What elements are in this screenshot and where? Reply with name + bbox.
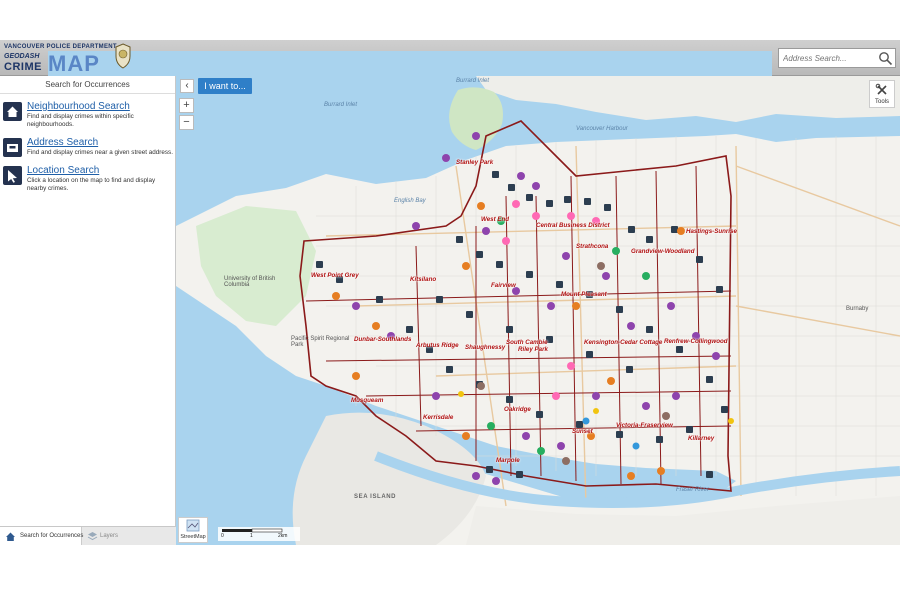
neighbourhood-label[interactable]: Kitsilano [410, 276, 436, 283]
tools-button[interactable]: Tools [869, 80, 895, 108]
mailbox-icon[interactable] [3, 138, 22, 157]
police-badge-icon [115, 43, 131, 69]
neighbourhood-label[interactable]: Hastings-Sunrise [686, 228, 737, 235]
tab-layers-label: Layers [100, 533, 119, 539]
neighbourhood-label[interactable]: Musqueam [351, 397, 383, 404]
neighbourhood-search-item[interactable]: Neighbourhood Search Find and display cr… [3, 101, 173, 133]
address-search-desc: Find and display crimes near a given str… [27, 149, 173, 156]
place-label: University of British Columbia [224, 276, 276, 288]
app-logo: VANCOUVER POLICE DEPARTMENT GEODASH CRIM… [2, 42, 772, 520]
place-label: SEA ISLAND [354, 494, 397, 500]
neighbourhood-label[interactable]: Arbutus Ridge [416, 342, 459, 349]
stanley-park-land [449, 87, 503, 150]
tab-layers[interactable]: Layers [82, 527, 176, 545]
neighbourhood-label[interactable]: Riley Park [518, 346, 548, 353]
place-label: Burrard Inlet [456, 78, 490, 84]
place-label: Fraser River [676, 487, 710, 493]
neighbourhood-label[interactable]: Sunset [572, 428, 593, 435]
dept-name: VANCOUVER POLICE DEPARTMENT [4, 44, 117, 50]
logo-crime: CRIME [4, 61, 42, 73]
scale-label-1: 1 [250, 533, 253, 539]
scale-label-0: 0 [221, 533, 224, 539]
basemap-toggle-button[interactable]: StreetMap [178, 517, 208, 543]
location-search-item[interactable]: Location Search Click a location on the … [3, 165, 173, 197]
panel-tabs: Search for Occurrences Layers [0, 526, 176, 545]
layers-icon [87, 532, 98, 541]
cursor-icon[interactable] [3, 166, 22, 185]
neighbourhood-label[interactable]: West End [481, 216, 509, 223]
neighbourhood-label[interactable]: Dunbar-Southlands [354, 336, 411, 343]
neighbourhood-label[interactable]: Mount Pleasant [561, 291, 607, 298]
neighbourhood-label[interactable]: Kensington-Cedar Cottage [584, 339, 662, 346]
neighbourhood-label[interactable]: Central Business District [536, 222, 610, 229]
neighbourhood-label[interactable]: Killarney [688, 435, 714, 442]
zoom-out-button[interactable]: − [179, 115, 194, 130]
tab-search-occurrences[interactable]: Search for Occurrences [0, 527, 84, 545]
north-shore-land [476, 76, 900, 122]
location-search-desc: Click a location on the map to find and … [27, 177, 156, 192]
collapse-panel-button[interactable]: ‹ [180, 79, 194, 93]
neighbourhood-label[interactable]: Marpole [496, 457, 520, 464]
neighbourhood-label[interactable]: Stanley Park [456, 159, 493, 166]
scale-bar: 0 1 2km [218, 527, 300, 541]
neighbourhood-label[interactable]: West Point Grey [311, 272, 359, 279]
place-label: Burrard Inlet [324, 102, 358, 108]
address-search-box[interactable] [778, 48, 896, 68]
neighbourhood-search-link[interactable]: Neighbourhood Search [27, 101, 130, 112]
address-search-input[interactable] [783, 51, 875, 66]
neighbourhood-label[interactable]: Strathcona [576, 243, 608, 250]
neighbourhood-label[interactable]: Fairview [491, 282, 516, 289]
home-icon [6, 532, 15, 541]
place-label: Pacific Spirit Regional Park [291, 336, 350, 348]
place-label: Burnaby [846, 306, 869, 312]
neighbourhood-label[interactable]: Grandview-Woodland [631, 248, 694, 255]
tools-label: Tools [874, 99, 889, 105]
app-header: VANCOUVER POLICE DEPARTMENT GEODASH CRIM… [0, 40, 900, 520]
tab-search-occurrences-label: Search for Occurrences [20, 533, 84, 539]
panel-title: Search for Occurrences [0, 76, 175, 94]
wrench-icon [875, 83, 887, 95]
neighbourhood-label[interactable]: Renfrew-Collingwood [664, 338, 728, 345]
place-label: English Bay [394, 198, 426, 204]
scale-bar-line [222, 528, 283, 533]
house-icon[interactable] [3, 102, 22, 121]
neighbourhood-label[interactable]: Shaughnessy [465, 344, 505, 351]
location-search-link[interactable]: Location Search [27, 165, 99, 176]
i-want-to-button[interactable]: I want to... [198, 78, 252, 94]
streetmap-label: StreetMap [180, 534, 206, 540]
search-panel: Search for Occurrences Neighbourhood Sea… [0, 76, 176, 545]
search-icon[interactable] [878, 51, 893, 66]
zoom-in-button[interactable]: + [179, 98, 194, 113]
neighbourhood-label[interactable]: Kerrisdale [423, 414, 453, 421]
neighbourhood-label[interactable]: Victoria-Fraserview [616, 422, 673, 429]
map-basemap[interactable] [176, 76, 900, 545]
neighbourhood-label[interactable]: Oakridge [504, 406, 531, 413]
crime-map[interactable]: Burrard Inlet Burrard Inlet Vancouver Ha… [176, 76, 900, 545]
logo-geodash: GEODASH [4, 53, 40, 60]
scale-label-2: 2km [278, 533, 288, 539]
app-frame: VANCOUVER POLICE DEPARTMENT GEODASH CRIM… [0, 40, 900, 545]
address-search-link[interactable]: Address Search [27, 137, 98, 148]
place-label: Vancouver Harbour [576, 126, 628, 132]
neighbourhood-search-desc: Find and display crimes within specific … [27, 113, 134, 128]
map-thumbnail-icon [186, 519, 200, 532]
neighbourhood-label[interactable]: South Cambie [506, 339, 548, 346]
